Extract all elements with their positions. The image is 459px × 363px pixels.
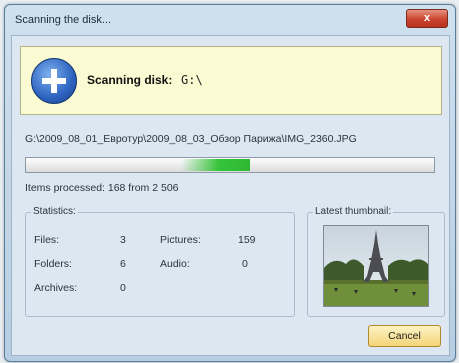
statistics-group: Statistics: Files: 3 Folders: 6 Archives…	[25, 206, 295, 317]
statistics-title: Statistics:	[31, 206, 78, 217]
files-value: 3	[120, 234, 126, 246]
archives-label: Archives:	[34, 282, 78, 294]
thumbnail-title: Latest thumbnail:	[313, 206, 394, 217]
scanning-disk-label: Scanning disk:	[87, 73, 173, 87]
audio-value: 0	[242, 258, 248, 270]
pictures-value: 159	[238, 234, 256, 246]
plus-circle-icon	[31, 58, 77, 104]
folders-label: Folders:	[34, 258, 72, 270]
dialog-body: Scanning disk: G:\ G:\2009_08_01_Евротур…	[11, 35, 450, 356]
scan-progress-bar	[25, 157, 435, 173]
audio-label: Audio:	[160, 258, 190, 270]
thumbnail-group: Latest thumbnail:	[307, 206, 445, 317]
files-label: Files:	[34, 234, 60, 246]
cancel-button[interactable]: Cancel	[368, 325, 441, 347]
title-bar[interactable]: Scanning the disk... x	[5, 5, 455, 35]
progress-fill	[181, 159, 251, 171]
latest-thumbnail-image	[323, 225, 429, 307]
pictures-label: Pictures:	[160, 234, 201, 246]
close-icon: x	[423, 12, 431, 24]
window-title: Scanning the disk...	[15, 14, 112, 26]
current-file-path: G:\2009_08_01_Евротур\2009_08_03_Обзор П…	[25, 133, 357, 145]
items-processed: Items processed: 168 from 2 506	[25, 182, 179, 194]
eiffel-tower-photo	[324, 226, 428, 306]
scanning-disk-value: G:\	[181, 73, 203, 87]
scan-dialog: Scanning the disk... x Scanning disk: G:…	[4, 4, 456, 362]
close-button[interactable]: x	[406, 9, 448, 28]
archives-value: 0	[120, 282, 126, 294]
scan-banner: Scanning disk: G:\	[20, 46, 442, 115]
folders-value: 6	[120, 258, 126, 270]
